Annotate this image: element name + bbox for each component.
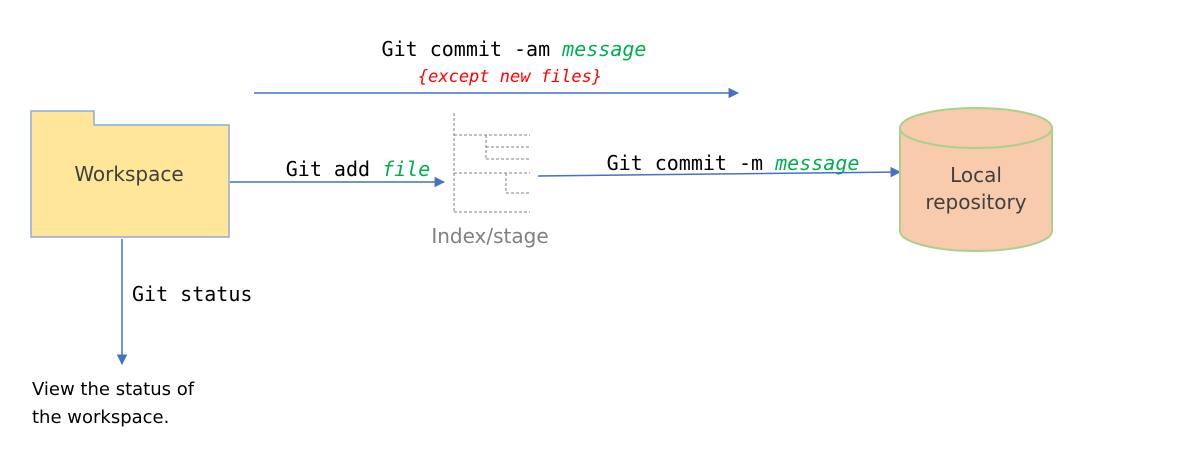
add-label: Git add file [286,157,431,181]
commit-label: Git commit -m message [607,151,860,175]
add-argument: file [382,157,430,181]
repository-label-line2: repository [925,190,1026,214]
commit-argument: message [774,151,859,175]
git-workflow-diagram: Git commit -am message {except new files… [30,37,1053,428]
status-description-line1: View the status of [32,379,195,400]
workspace-label: Workspace [74,162,183,186]
repository-label-line1: Local [950,163,1002,187]
commit-all-label: Git commit -am message [382,37,647,61]
status-label: Git status [132,282,252,306]
commit-all-note: {except new files} [418,67,602,87]
status-description-line2: the workspace. [32,407,169,428]
commit-all-argument: message [561,37,646,61]
index-tree-icon [453,113,530,213]
index-label: Index/stage [431,224,548,248]
